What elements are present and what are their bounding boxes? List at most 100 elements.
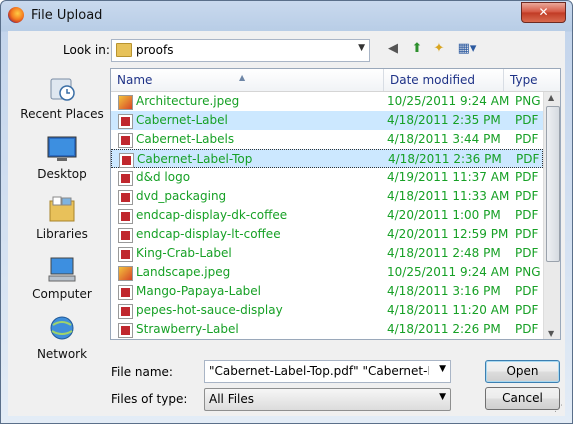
pdf-file-icon — [118, 209, 133, 224]
cancel-button[interactable]: Cancel — [485, 387, 560, 410]
file-name: pepes-hot-sauce-display — [136, 303, 283, 317]
file-type: PDF Fil — [515, 303, 543, 317]
file-name: d&d logo — [136, 170, 191, 184]
file-name: Architecture.jpeg — [136, 94, 240, 108]
place-label: Computer — [32, 287, 92, 301]
file-type: PDF Fil — [515, 113, 543, 127]
file-row[interactable]: endcap-display-lt-coffee 4/20/2011 12:59 … — [111, 225, 543, 244]
file-row[interactable]: pepes-hot-sauce-display 4/18/2011 11:20 A… — [111, 301, 543, 320]
image-file-icon — [118, 266, 133, 281]
file-date: 4/20/2011 12:59 PM — [387, 227, 509, 241]
file-name: dvd_packaging — [136, 189, 227, 203]
look-in-label: Look in: — [63, 43, 110, 57]
file-row[interactable]: Cabernet-Labels 4/18/2011 3:44 PM PDF Fil — [111, 130, 543, 149]
file-type: PDF Fil — [515, 132, 543, 146]
file-date: 4/20/2011 1:00 PM — [387, 208, 501, 222]
computer-icon — [48, 257, 76, 282]
file-row[interactable]: d&d logo 4/19/2011 11:37 AM PDF Fil — [111, 168, 543, 187]
file-row[interactable]: King-Crab-Label 4/18/2011 2:48 PM PDF Fil — [111, 244, 543, 263]
file-name-input[interactable] — [205, 361, 429, 380]
pdf-file-icon — [118, 133, 133, 148]
pdf-file-icon — [119, 153, 134, 168]
file-date: 4/18/2011 2:35 PM — [387, 113, 501, 127]
column-name[interactable]: Name ▲ — [111, 69, 384, 91]
chevron-down-icon[interactable]: ▼ — [439, 364, 446, 374]
file-row[interactable]: dvd_packaging 4/18/2011 11:33 AM PDF Fil — [111, 187, 543, 206]
file-type: PDF Fil — [515, 189, 543, 203]
file-row[interactable]: Cabernet-Label-Top 4/18/2011 2:36 PM PDF F… — [111, 149, 544, 168]
file-name: Strawberry-Label — [136, 322, 239, 336]
place-libraries[interactable]: Libraries — [15, 195, 109, 241]
file-date: 10/25/2011 9:24 AM — [387, 265, 510, 279]
file-date: 4/18/2011 3:16 PM — [387, 284, 501, 298]
column-date[interactable]: Date modified — [384, 69, 504, 91]
column-name-label: Name — [117, 73, 153, 87]
back-icon[interactable]: ◀ — [384, 40, 402, 58]
open-button[interactable]: Open — [485, 360, 560, 383]
place-desktop[interactable]: Desktop — [15, 135, 109, 181]
files-of-type-label: Files of type: — [111, 392, 188, 406]
file-row[interactable]: endcap-display-dk-coffee 4/20/2011 1:00 P… — [111, 206, 543, 225]
file-list[interactable]: Name ▲ Date modified Type Architecture.j… — [110, 68, 561, 340]
scroll-up-icon[interactable]: ▲ — [548, 93, 554, 102]
up-folder-icon[interactable]: ⬆ — [408, 40, 426, 58]
sort-ascending-icon: ▲ — [239, 73, 246, 82]
place-label: Network — [36, 347, 88, 361]
pdf-file-icon — [118, 171, 133, 186]
place-label: Recent Places — [20, 107, 104, 121]
file-type: PNG in — [515, 94, 543, 108]
vertical-scrollbar[interactable]: ▲ ▼ — [543, 92, 560, 339]
place-label: Libraries — [36, 227, 88, 241]
close-button[interactable]: ✕ — [521, 2, 566, 23]
firefox-icon — [8, 7, 24, 23]
file-row[interactable]: Mango-Papaya-Label 4/18/2011 3:16 PM PDF F… — [111, 282, 543, 301]
title-bar[interactable]: File Upload ✕ — [1, 1, 572, 31]
file-date: 4/18/2011 11:33 AM — [387, 189, 510, 203]
resize-grip-icon[interactable]: ⋰ — [554, 404, 563, 414]
file-type: PDF Fil — [515, 246, 543, 260]
file-row[interactable]: Cabernet-Label 4/18/2011 2:35 PM PDF Fil — [111, 111, 543, 130]
scroll-down-icon[interactable]: ▼ — [548, 329, 554, 338]
desktop-icon — [47, 136, 77, 161]
new-folder-icon[interactable]: ✦ — [430, 40, 448, 58]
pdf-file-icon — [118, 285, 133, 300]
file-row[interactable]: Strawberry-Label 4/18/2011 2:26 PM PDF Fil — [111, 320, 543, 339]
pdf-file-icon — [118, 190, 133, 205]
place-network[interactable]: Network — [15, 315, 109, 361]
look-in-dropdown[interactable]: proofs ▼ — [111, 39, 370, 62]
file-row[interactable]: Architecture.jpeg 10/25/2011 9:24 AM PNG i… — [111, 92, 543, 111]
libraries-icon — [49, 196, 75, 222]
chevron-down-icon: ▼ — [358, 43, 365, 53]
file-type: PDF Fil — [515, 322, 543, 336]
pdf-file-icon — [118, 304, 133, 319]
place-recent-places[interactable]: Recent Places — [15, 75, 109, 121]
window-title: File Upload — [31, 8, 103, 23]
pdf-file-icon — [118, 228, 133, 243]
file-date: 4/18/2011 11:20 AM — [387, 303, 510, 317]
recent-places-icon — [50, 78, 75, 101]
view-menu-icon[interactable]: ▦▾ — [454, 40, 480, 58]
column-header: Name ▲ Date modified Type — [111, 69, 560, 92]
image-file-icon — [118, 95, 133, 110]
file-type: PDF Fil — [515, 227, 543, 241]
file-name-combo[interactable]: ▼ — [204, 360, 451, 383]
scroll-thumb[interactable] — [546, 106, 560, 262]
file-row[interactable]: Landscape.jpeg 10/25/2011 9:24 AM PNG in — [111, 263, 543, 282]
folder-icon — [116, 43, 132, 57]
file-type: PDF Fil — [515, 208, 543, 222]
file-name: King-Crab-Label — [136, 246, 232, 260]
network-icon — [50, 316, 74, 340]
file-name: Mango-Papaya-Label — [136, 284, 262, 298]
place-computer[interactable]: Computer — [15, 255, 109, 301]
file-name: Landscape.jpeg — [136, 265, 231, 279]
files-of-type-dropdown[interactable]: All Files ▼ — [204, 388, 451, 411]
file-name: Cabernet-Label — [136, 113, 228, 127]
file-date: 4/18/2011 2:48 PM — [387, 246, 501, 260]
file-type: PDF Fil — [515, 284, 543, 298]
file-name: Cabernet-Label-Top — [137, 152, 253, 166]
place-label: Desktop — [37, 167, 87, 181]
file-upload-dialog: File Upload ✕ Look in: proofs ▼ ◀ ⬆ ✦ ▦▾… — [0, 0, 573, 424]
dialog-body: Look in: proofs ▼ ◀ ⬆ ✦ ▦▾ Recent Places — [8, 31, 565, 416]
pdf-file-icon — [118, 323, 133, 338]
column-type[interactable]: Type — [504, 69, 558, 91]
